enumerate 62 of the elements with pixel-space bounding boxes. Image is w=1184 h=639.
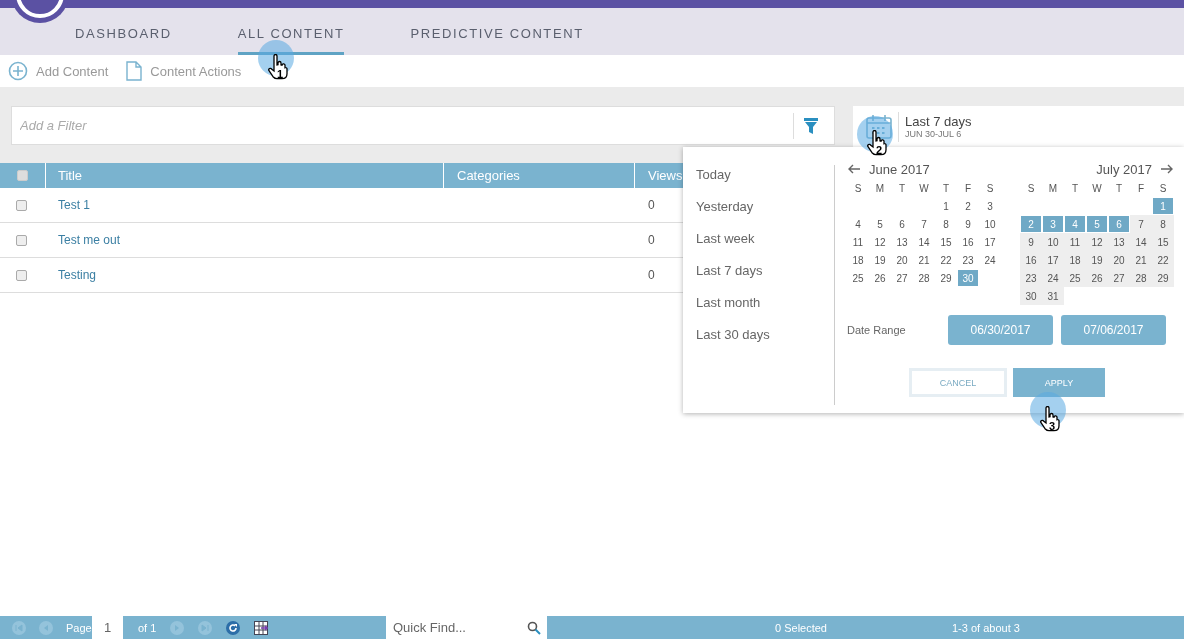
preset-option[interactable]: Last 30 days (696, 325, 834, 344)
grid-export-icon[interactable] (254, 620, 269, 635)
calendar-icon (866, 114, 892, 139)
preset-option[interactable]: Last month (696, 293, 834, 312)
content-title-link[interactable]: Test me out (58, 233, 121, 247)
preset-option[interactable]: Last 7 days (696, 261, 834, 280)
preset-option[interactable]: Last week (696, 229, 834, 248)
date-range-picker[interactable]: Last 7 days JUN 30-JUL 6 (853, 106, 1184, 147)
page-count: of 1 (138, 621, 157, 634)
month-title: July 2017 (1096, 161, 1152, 177)
weekday-label: S (1158, 181, 1168, 196)
weekday-label: T (1070, 181, 1080, 196)
nav-tab[interactable]: ALL CONTENT (237, 8, 345, 55)
month-title: June 2017 (869, 161, 930, 177)
previous-page-icon[interactable] (39, 620, 53, 635)
plus-circle-icon (8, 61, 28, 81)
date-range-label: Date Range (847, 324, 907, 336)
weekday-label: W (1091, 181, 1103, 196)
row-checkbox[interactable] (16, 234, 27, 246)
arrow-left-icon[interactable] (847, 164, 861, 174)
result-count: 1-3 of about 3 (952, 621, 1020, 634)
filter-bar[interactable]: Add a Filter (11, 106, 835, 145)
table-cell: 0 (648, 233, 655, 247)
search-icon (527, 620, 541, 635)
date-range-title: Last 7 days (905, 114, 972, 129)
last-page-icon[interactable] (198, 620, 213, 635)
weekday-label: M (874, 181, 886, 196)
weekday-label: F (963, 181, 973, 196)
table-cell: 0 (648, 268, 655, 282)
weekday-label: M (1047, 181, 1059, 196)
selected-count: 0 Selected (775, 621, 827, 634)
weekday-label: S (985, 181, 995, 196)
date-range-subtitle: JUN 30-JUL 6 (905, 129, 963, 139)
filter-icon (804, 117, 818, 134)
filter-field[interactable]: Add a Filter (12, 117, 793, 134)
weekday-label: T (1114, 181, 1124, 196)
weekday-label: F (1136, 181, 1146, 196)
weekday-label: S (853, 181, 863, 196)
content-title-link[interactable]: Testing (58, 268, 97, 282)
preset-option[interactable]: Yesterday (696, 197, 834, 216)
weekday-label: W (918, 181, 930, 196)
refresh-icon[interactable] (226, 620, 241, 635)
next-page-icon[interactable] (170, 620, 185, 635)
table-cell: 0 (648, 198, 655, 212)
preset-option[interactable]: Today (696, 165, 834, 184)
content-title-link[interactable]: Test 1 (58, 198, 90, 212)
step-number: 3 (1049, 420, 1056, 432)
nav-tab[interactable]: DASHBOARD (75, 8, 172, 55)
page-label: Page (66, 621, 92, 634)
weekday-label: T (897, 181, 907, 196)
weekday-label: S (1026, 181, 1036, 196)
nav-tab[interactable]: PREDICTIVE CONTENT (410, 8, 584, 55)
step-number: 2 (876, 144, 883, 156)
document-icon (126, 61, 143, 81)
weekday-label: T (941, 181, 951, 196)
step-number: 1 (277, 68, 284, 80)
row-checkbox[interactable] (16, 199, 27, 211)
select-all-checkbox[interactable] (17, 170, 28, 181)
row-checkbox[interactable] (16, 269, 27, 281)
first-page-icon[interactable] (12, 620, 26, 635)
arrow-right-icon[interactable] (1160, 164, 1174, 174)
pointer-hand-icon (268, 54, 288, 80)
